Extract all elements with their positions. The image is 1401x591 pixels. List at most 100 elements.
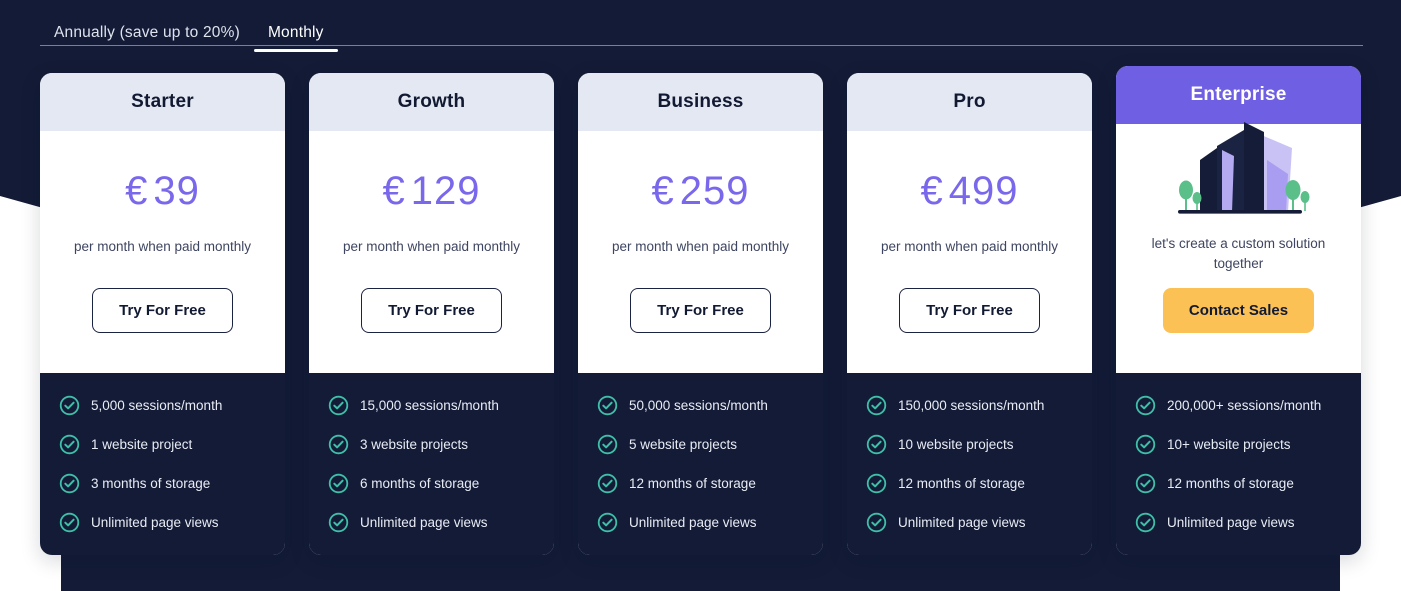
- check-circle-icon: [59, 434, 80, 455]
- feature-label: 10 website projects: [898, 437, 1014, 452]
- feature-item: Unlimited page views: [1116, 512, 1361, 533]
- check-circle-icon: [866, 512, 887, 533]
- try-for-free-button-business[interactable]: Try For Free: [630, 288, 771, 333]
- check-circle-icon: [866, 395, 887, 416]
- plan-features-growth: 15,000 sessions/month 3 website projects…: [309, 373, 554, 555]
- tab-monthly-label: Monthly: [267, 24, 324, 41]
- try-for-free-button-growth[interactable]: Try For Free: [361, 288, 502, 333]
- price-amount: 39: [153, 169, 200, 213]
- tab-monthly[interactable]: Monthly: [253, 24, 338, 52]
- price-amount: 129: [410, 169, 481, 213]
- plan-features-pro: 150,000 sessions/month 10 website projec…: [847, 373, 1092, 555]
- feature-label: 6 months of storage: [360, 476, 480, 491]
- plan-price-pro: €499: [921, 171, 1019, 211]
- plan-name-pro: Pro: [847, 73, 1092, 131]
- plan-price-growth: €129: [383, 171, 481, 211]
- feature-label: 12 months of storage: [629, 476, 756, 491]
- price-amount: 499: [948, 169, 1019, 213]
- check-circle-icon: [328, 434, 349, 455]
- billing-period-tabs: Annually (save up to 20%) Monthly: [0, 0, 1401, 52]
- feature-label: 3 website projects: [360, 437, 469, 452]
- check-circle-icon: [59, 512, 80, 533]
- feature-item: Unlimited page views: [40, 512, 285, 533]
- feature-item: 50,000 sessions/month: [578, 395, 823, 416]
- plan-body-pro: €499 per month when paid monthly Try For…: [847, 131, 1092, 373]
- check-circle-icon: [1135, 395, 1156, 416]
- city-buildings-icon: [1177, 122, 1309, 214]
- plan-period-note: per month when paid monthly: [611, 239, 790, 254]
- plan-price-business: €259: [652, 171, 750, 211]
- pricing-card-business: Business €259 per month when paid monthl…: [578, 73, 823, 555]
- check-circle-icon: [59, 473, 80, 494]
- plan-name-business: Business: [578, 73, 823, 131]
- check-circle-icon: [59, 395, 80, 416]
- try-for-free-button-pro[interactable]: Try For Free: [899, 288, 1040, 333]
- feature-label: 12 months of storage: [898, 476, 1025, 491]
- enterprise-tagline: let's create a custom solution together: [1151, 236, 1326, 271]
- feature-label: 5 website projects: [629, 437, 738, 452]
- feature-label: 3 months of storage: [91, 476, 211, 491]
- plan-cta-wrap: Try For Free: [361, 288, 502, 333]
- currency-symbol: €: [125, 169, 149, 213]
- feature-item: 15,000 sessions/month: [309, 395, 554, 416]
- plan-features-business: 50,000 sessions/month 5 website projects…: [578, 373, 823, 555]
- feature-item: 10 website projects: [847, 434, 1092, 455]
- feature-item: Unlimited page views: [847, 512, 1092, 533]
- feature-label: 50,000 sessions/month: [629, 398, 768, 413]
- feature-item: 3 months of storage: [40, 473, 285, 494]
- feature-item: 1 website project: [40, 434, 285, 455]
- pricing-card-enterprise: Enterprise let's create a custom solutio…: [1116, 66, 1361, 555]
- feature-label: Unlimited page views: [898, 515, 1026, 530]
- currency-symbol: €: [920, 169, 944, 213]
- tab-annually[interactable]: Annually (save up to 20%): [40, 24, 254, 52]
- plan-period-note: per month when paid monthly: [342, 239, 521, 254]
- plan-name-growth: Growth: [309, 73, 554, 131]
- try-for-free-button-starter[interactable]: Try For Free: [92, 288, 233, 333]
- feature-item: 12 months of storage: [847, 473, 1092, 494]
- feature-item: Unlimited page views: [578, 512, 823, 533]
- feature-item: 5,000 sessions/month: [40, 395, 285, 416]
- feature-label: Unlimited page views: [1167, 515, 1295, 530]
- check-circle-icon: [597, 434, 618, 455]
- feature-item: 12 months of storage: [1116, 473, 1361, 494]
- plan-cta-wrap: Try For Free: [92, 288, 233, 333]
- feature-item: 12 months of storage: [578, 473, 823, 494]
- contact-sales-button[interactable]: Contact Sales: [1162, 288, 1315, 333]
- check-circle-icon: [1135, 473, 1156, 494]
- check-circle-icon: [328, 473, 349, 494]
- pricing-card-pro: Pro €499 per month when paid monthly Try…: [847, 73, 1092, 555]
- check-circle-icon: [1135, 512, 1156, 533]
- plan-period-note: per month when paid monthly: [880, 239, 1059, 254]
- check-circle-icon: [597, 395, 618, 416]
- currency-symbol: €: [651, 169, 675, 213]
- feature-item: 5 website projects: [578, 434, 823, 455]
- feature-label: 12 months of storage: [1167, 476, 1294, 491]
- plan-cta-wrap: Contact Sales: [1162, 288, 1315, 333]
- feature-item: 3 website projects: [309, 434, 554, 455]
- feature-label: Unlimited page views: [91, 515, 219, 530]
- check-circle-icon: [597, 512, 618, 533]
- feature-label: 10+ website projects: [1167, 437, 1291, 452]
- check-circle-icon: [866, 473, 887, 494]
- feature-label: Unlimited page views: [360, 515, 488, 530]
- plan-name-starter: Starter: [40, 73, 285, 131]
- pricing-card-growth: Growth €129 per month when paid monthly …: [309, 73, 554, 555]
- check-circle-icon: [866, 434, 887, 455]
- feature-item: Unlimited page views: [309, 512, 554, 533]
- tab-annually-label: Annually (save up to 20%): [54, 24, 240, 41]
- feature-label: 150,000 sessions/month: [898, 398, 1045, 413]
- price-amount: 259: [679, 169, 750, 213]
- plan-body-starter: €39 per month when paid monthly Try For …: [40, 131, 285, 373]
- plan-cta-wrap: Try For Free: [899, 288, 1040, 333]
- check-circle-icon: [1135, 434, 1156, 455]
- pricing-card-list: Starter €39 per month when paid monthly …: [0, 66, 1401, 571]
- plan-cta-wrap: Try For Free: [630, 288, 771, 333]
- feature-label: 200,000+ sessions/month: [1167, 398, 1322, 413]
- plan-body-business: €259 per month when paid monthly Try For…: [578, 131, 823, 373]
- check-circle-icon: [328, 512, 349, 533]
- feature-label: 15,000 sessions/month: [360, 398, 499, 413]
- pricing-card-starter: Starter €39 per month when paid monthly …: [40, 73, 285, 555]
- plan-body-enterprise: let's create a custom solution together …: [1116, 122, 1361, 373]
- feature-label: 5,000 sessions/month: [91, 398, 223, 413]
- plan-body-growth: €129 per month when paid monthly Try For…: [309, 131, 554, 373]
